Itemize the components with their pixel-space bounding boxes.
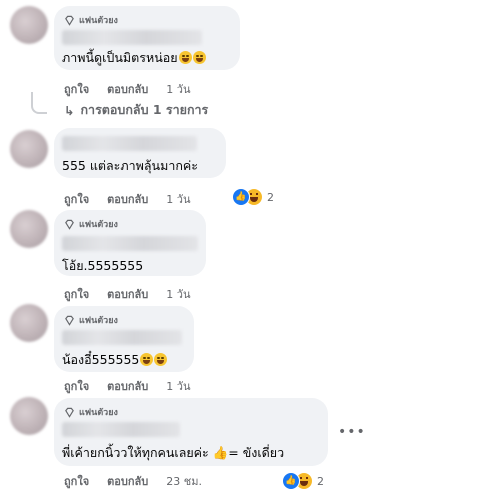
avatar[interactable] (10, 210, 48, 248)
commenter-name[interactable] (62, 136, 197, 151)
laughing-emoji-icon (154, 353, 168, 366)
commenter-name[interactable] (62, 330, 182, 345)
avatar[interactable] (10, 304, 48, 342)
diamond-icon (65, 407, 74, 418)
avatar[interactable] (10, 130, 48, 168)
top-fan-badge: แฟนตัวยง (64, 405, 118, 419)
commenter-name[interactable] (62, 236, 198, 251)
comment-text: 555 แต่ละภาพลุ้นมากค่ะ (62, 158, 198, 173)
comment-actions: ถูกใจ ตอบกลับ 23 ชม. (64, 472, 202, 490)
reply-button[interactable]: ตอบกลับ (107, 377, 148, 395)
top-fan-badge: แฟนตัวยง (64, 313, 118, 327)
reply-button[interactable]: ตอบกลับ (107, 285, 148, 303)
comment-bubble: แฟนตัวยง โอ้ย.5555555 (54, 210, 206, 276)
more-options-icon[interactable]: ••• (338, 424, 366, 440)
reply-button[interactable]: ตอบกลับ (107, 190, 148, 208)
top-fan-badge: แฟนตัวยง (64, 13, 118, 27)
comment-actions: ถูกใจ ตอบกลับ 1 วัน (64, 285, 190, 303)
reply-button[interactable]: ตอบกลับ (107, 80, 148, 98)
like-reaction-icon: 👍 (232, 188, 250, 206)
timestamp[interactable]: 1 วัน (166, 377, 190, 395)
timestamp[interactable]: 23 ชม. (166, 472, 202, 490)
timestamp[interactable]: 1 วัน (166, 190, 190, 208)
like-button[interactable]: ถูกใจ (64, 80, 89, 98)
diamond-icon (65, 15, 74, 26)
comment-bubble: 555 แต่ละภาพลุ้นมากค่ะ (54, 128, 226, 178)
diamond-icon (65, 219, 74, 230)
reactions-summary[interactable]: 👍 2 (232, 188, 274, 206)
comment-bubble: แฟนตัวยง พี่เค้ายกนิ้ววให้ทุกคนเลยค่ะ 👍=… (54, 398, 328, 466)
view-replies-link[interactable]: ↳ การตอบกลับ 1 รายการ (64, 100, 208, 120)
laughing-emoji-icon (140, 353, 154, 366)
avatar[interactable] (10, 397, 48, 435)
comment-actions: ถูกใจ ตอบกลับ 1 วัน (64, 377, 190, 395)
comment-text: น้องอี๋555555 (62, 350, 168, 370)
laughing-emoji-icon (192, 51, 206, 64)
like-reaction-icon: 👍 (282, 472, 300, 490)
timestamp[interactable]: 1 วัน (166, 285, 190, 303)
like-button[interactable]: ถูกใจ (64, 472, 89, 490)
top-fan-badge: แฟนตัวยง (64, 217, 118, 231)
diamond-icon (65, 315, 74, 326)
timestamp[interactable]: 1 วัน (166, 80, 190, 98)
reply-button[interactable]: ตอบกลับ (107, 472, 148, 490)
commenter-name[interactable] (62, 30, 202, 45)
like-button[interactable]: ถูกใจ (64, 285, 89, 303)
comment-text: โอ้ย.5555555 (62, 258, 144, 273)
like-button[interactable]: ถูกใจ (64, 190, 89, 208)
commenter-name[interactable] (62, 422, 180, 437)
like-button[interactable]: ถูกใจ (64, 377, 89, 395)
comment-actions: ถูกใจ ตอบกลับ 1 วัน (64, 80, 190, 98)
laughing-emoji-icon (178, 51, 192, 64)
comment-bubble: แฟนตัวยง ภาพนี้ดูเป็นมิตรหน่อย (54, 6, 240, 70)
avatar[interactable] (10, 6, 48, 44)
reactions-summary[interactable]: 👍 2 (282, 472, 324, 490)
thread-line (31, 92, 47, 114)
comment-bubble: แฟนตัวยง น้องอี๋555555 (54, 306, 194, 372)
comment-text: พี่เค้ายกนิ้ววให้ทุกคนเลยค่ะ 👍= ขังเดี่ย… (62, 445, 285, 460)
comment-text: ภาพนี้ดูเป็นมิตรหน่อย (62, 48, 206, 68)
comment-actions: ถูกใจ ตอบกลับ 1 วัน (64, 190, 190, 208)
reply-arrow-icon: ↳ (64, 102, 75, 118)
